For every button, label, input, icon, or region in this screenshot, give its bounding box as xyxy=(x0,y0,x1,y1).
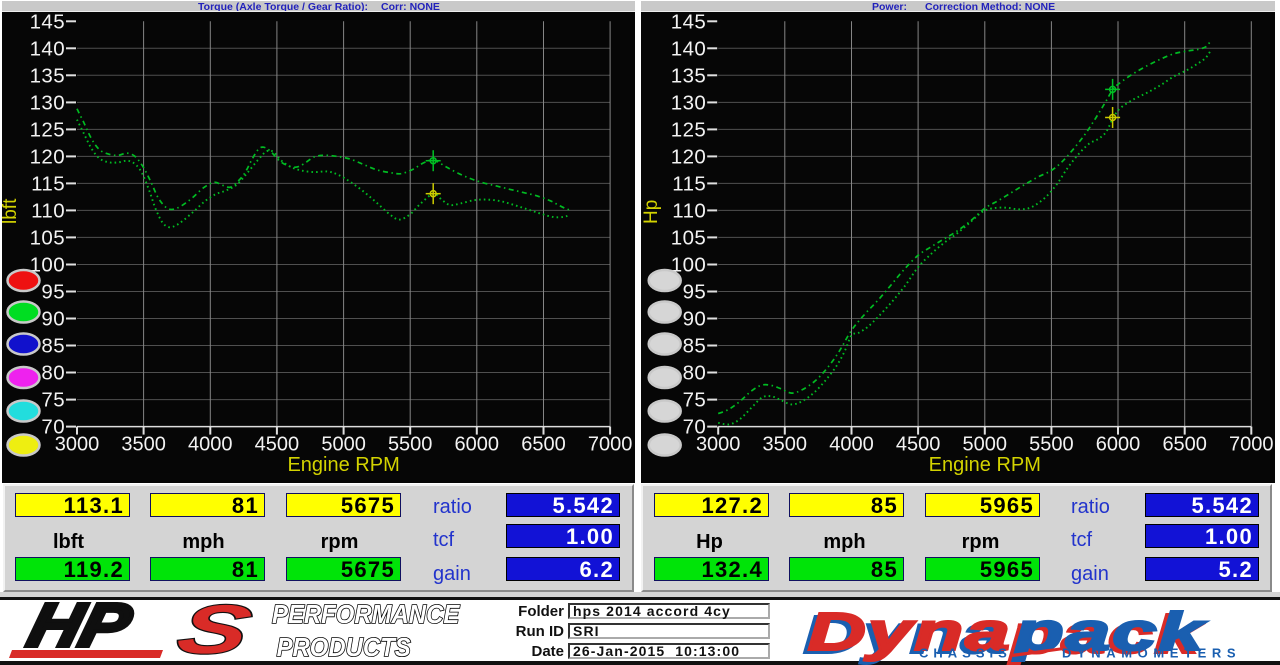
svg-text:145: 145 xyxy=(30,10,65,33)
svg-text:5500: 5500 xyxy=(388,434,433,456)
svg-text:4000: 4000 xyxy=(188,434,233,456)
svg-text:6500: 6500 xyxy=(521,434,566,456)
svg-text:Hp: Hp xyxy=(641,200,662,224)
svg-text:140: 140 xyxy=(30,37,65,60)
svg-text:120: 120 xyxy=(30,145,65,168)
svg-text:90: 90 xyxy=(41,308,65,331)
svg-text:95: 95 xyxy=(683,281,707,304)
svg-text:80: 80 xyxy=(41,362,65,385)
svg-text:PRODUCTS: PRODUCTS xyxy=(277,633,411,662)
svg-text:5000: 5000 xyxy=(963,434,1008,456)
svg-text:4000: 4000 xyxy=(829,434,874,456)
svg-text:4500: 4500 xyxy=(255,434,300,456)
svg-text:125: 125 xyxy=(30,118,65,141)
svg-text:105: 105 xyxy=(671,226,706,249)
svg-text:115: 115 xyxy=(31,172,65,195)
svg-text:6000: 6000 xyxy=(1096,434,1141,456)
svg-text:115: 115 xyxy=(672,172,706,195)
svg-text:Engine RPM: Engine RPM xyxy=(929,454,1041,476)
svg-text:CHASSIS: CHASSIS xyxy=(919,646,1012,661)
svg-text:7000: 7000 xyxy=(1229,434,1274,456)
svg-text:135: 135 xyxy=(30,64,65,87)
svg-text:140: 140 xyxy=(671,37,706,60)
svg-text:90: 90 xyxy=(683,308,707,331)
svg-text:Engine RPM: Engine RPM xyxy=(287,454,399,476)
svg-text:75: 75 xyxy=(683,389,707,412)
svg-text:130: 130 xyxy=(671,91,706,114)
svg-text:5500: 5500 xyxy=(1029,434,1074,456)
svg-text:120: 120 xyxy=(671,145,706,168)
svg-text:lbft: lbft xyxy=(0,198,21,224)
svg-text:3000: 3000 xyxy=(55,434,100,456)
svg-text:DYNAMOMETERS: DYNAMOMETERS xyxy=(1062,646,1241,661)
svg-text:145: 145 xyxy=(671,10,706,33)
svg-text:7000: 7000 xyxy=(588,434,633,456)
svg-text:3500: 3500 xyxy=(763,434,808,456)
svg-text:5000: 5000 xyxy=(321,434,366,456)
svg-text:110: 110 xyxy=(31,199,65,222)
svg-text:130: 130 xyxy=(30,91,65,114)
svg-text:4500: 4500 xyxy=(896,434,941,456)
svg-text:85: 85 xyxy=(41,335,65,358)
svg-text:PERFORMANCE: PERFORMANCE xyxy=(272,600,461,629)
svg-text:3000: 3000 xyxy=(696,434,741,456)
svg-text:6000: 6000 xyxy=(455,434,500,456)
svg-text:S: S xyxy=(170,600,258,665)
svg-text:135: 135 xyxy=(671,64,706,87)
svg-text:95: 95 xyxy=(41,281,65,304)
svg-text:80: 80 xyxy=(683,362,707,385)
svg-text:6500: 6500 xyxy=(1162,434,1207,456)
svg-text:125: 125 xyxy=(671,118,706,141)
svg-text:3500: 3500 xyxy=(121,434,166,456)
svg-text:75: 75 xyxy=(41,389,65,412)
svg-text:85: 85 xyxy=(683,335,707,358)
svg-text:105: 105 xyxy=(30,226,65,249)
svg-text:110: 110 xyxy=(672,199,706,222)
